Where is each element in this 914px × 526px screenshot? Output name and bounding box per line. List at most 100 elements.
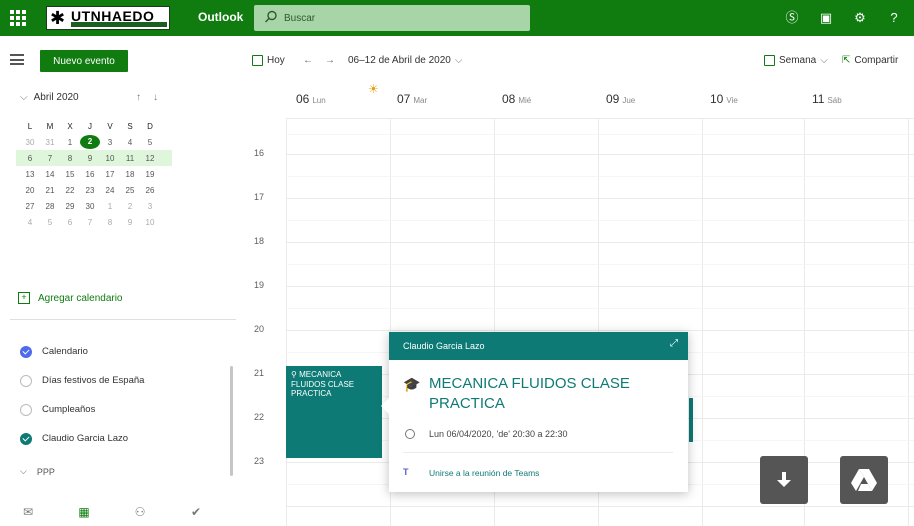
checked-circle-icon[interactable]	[20, 345, 32, 358]
event-peek-card[interactable]: Claudio Garcia Lazo ⤢ 🎓 MECANICA FLUIDOS…	[381, 332, 688, 492]
mini-calendar-day[interactable]: 6	[20, 154, 40, 163]
day-header-sat[interactable]: 11 Sáb	[812, 92, 842, 106]
chat-icon[interactable]: ▣	[816, 8, 836, 28]
mail-icon[interactable]: ✉	[0, 505, 56, 519]
grid-column-line	[908, 118, 909, 526]
skype-icon[interactable]: Ⓢ	[782, 8, 802, 28]
mini-calendar-day[interactable]: 29	[60, 202, 80, 211]
today-button[interactable]: Hoy	[252, 55, 285, 66]
mini-calendar-day[interactable]: 1	[100, 202, 120, 211]
mini-calendar-today[interactable]: 2	[80, 135, 100, 149]
day-number: 11	[812, 92, 825, 106]
mini-calendar-day[interactable]: 9	[120, 218, 140, 227]
search-input[interactable]	[284, 9, 514, 27]
unchecked-circle-icon[interactable]	[20, 403, 32, 416]
gear-icon[interactable]: ⚙	[850, 8, 870, 28]
mini-calendar-day[interactable]: 30	[80, 202, 100, 211]
join-teams-link[interactable]: Unirse a la reunión de Teams	[429, 468, 539, 478]
mini-calendar-day[interactable]: 19	[140, 170, 160, 179]
day-header-tue[interactable]: 07 Mar	[397, 92, 427, 106]
popup-divider	[403, 452, 673, 453]
hamburger-menu-icon[interactable]	[10, 54, 24, 65]
event-time: Lun 06/04/2020, 'de' 20:30 a 22:30	[429, 429, 568, 439]
mini-calendar-day[interactable]: 3	[100, 138, 120, 147]
mini-calendar-day[interactable]: 28	[40, 202, 60, 211]
mini-calendar-day[interactable]: 14	[40, 170, 60, 179]
mini-calendar-day[interactable]: 13	[20, 170, 40, 179]
view-selector[interactable]: Semana ⌵	[764, 55, 828, 66]
calendar-event-block[interactable]: ⚲ MECANICA FLUIDOS CLASE PRACTICA	[286, 366, 382, 458]
mini-calendar-day[interactable]: 11	[120, 154, 140, 163]
top-bar: ✱ UTNHAEDO Outlook Ⓢ ▣ ⚙ ?	[0, 0, 914, 36]
expand-icon[interactable]: ⤢	[670, 338, 678, 349]
calendar-item-holidays[interactable]: Días festivos de España	[20, 366, 144, 395]
mini-calendar-day[interactable]: 31	[40, 138, 60, 147]
day-header-fri[interactable]: 10 Vie	[710, 92, 738, 106]
sidebar-scrollbar[interactable]	[230, 366, 233, 476]
day-header-mon[interactable]: 06 Lun	[296, 92, 326, 106]
mini-calendar-day[interactable]: 7	[40, 154, 60, 163]
calendar-item-claudio[interactable]: Claudio Garcia Lazo	[20, 424, 144, 453]
mini-calendar-day[interactable]: 30	[20, 138, 40, 147]
download-button[interactable]	[760, 456, 808, 504]
calendar-today-icon	[252, 55, 263, 66]
next-week-arrow-icon[interactable]: →	[325, 55, 335, 66]
mini-calendar-header[interactable]: ⌵ Abril 2020	[20, 92, 79, 103]
new-event-button[interactable]: Nuevo evento	[40, 50, 128, 72]
mini-calendar-day[interactable]: 23	[80, 186, 100, 195]
day-header-thu[interactable]: 09 Jue	[606, 92, 635, 106]
mini-calendar-day[interactable]: 18	[120, 170, 140, 179]
mini-calendar-day[interactable]: 4	[120, 138, 140, 147]
calendar-group-ppp[interactable]: ⌵ PPP	[20, 466, 55, 477]
mini-calendar-day[interactable]: 27	[20, 202, 40, 211]
previous-month-arrow-icon[interactable]: ↑	[136, 92, 141, 103]
mini-calendar-day[interactable]: 17	[100, 170, 120, 179]
event-title[interactable]: MECANICA FLUIDOS CLASE PRACTICA	[429, 374, 669, 414]
mini-calendar-day[interactable]: 1	[60, 138, 80, 147]
mini-calendar-day[interactable]: 8	[100, 218, 120, 227]
app-launcher-icon[interactable]	[10, 10, 26, 26]
mini-calendar-day[interactable]: 6	[60, 218, 80, 227]
organization-logo[interactable]: ✱ UTNHAEDO	[46, 6, 170, 30]
mini-calendar-day[interactable]: 26	[140, 186, 160, 195]
mini-calendar-day[interactable]: 5	[140, 138, 160, 147]
search-box[interactable]	[254, 5, 530, 31]
calendar-item-calendario[interactable]: Calendario	[20, 337, 144, 366]
add-calendar-link[interactable]: + Agregar calendario	[18, 292, 123, 304]
app-name[interactable]: Outlook	[198, 10, 243, 24]
tasks-icon[interactable]: ✔	[168, 505, 224, 519]
people-icon[interactable]: ⚇	[112, 505, 168, 519]
mini-calendar-day[interactable]: 7	[80, 218, 100, 227]
mini-calendar-day[interactable]: 24	[100, 186, 120, 195]
mini-calendar-day[interactable]: 21	[40, 186, 60, 195]
mini-calendar-day[interactable]: 3	[140, 202, 160, 211]
chevron-down-icon: ⌵	[20, 466, 27, 476]
calendar-item-birthdays[interactable]: Cumpleaños	[20, 395, 144, 424]
previous-week-arrow-icon[interactable]: ←	[303, 55, 313, 66]
mini-calendar-day[interactable]: 2	[120, 202, 140, 211]
grid-half-hour-line	[286, 264, 914, 265]
google-drive-button[interactable]	[840, 456, 888, 504]
day-header-wed[interactable]: 08 Mié	[502, 92, 531, 106]
mini-calendar-day[interactable]: 8	[60, 154, 80, 163]
mini-calendar-day[interactable]: 10	[140, 218, 160, 227]
mini-calendar-day[interactable]: 15	[60, 170, 80, 179]
next-month-arrow-icon[interactable]: ↓	[153, 92, 158, 103]
share-button[interactable]: ⇱ Compartir	[842, 55, 898, 66]
help-icon[interactable]: ?	[884, 8, 904, 28]
unchecked-circle-icon[interactable]	[20, 374, 32, 387]
mini-calendar-day[interactable]: 20	[20, 186, 40, 195]
weekday-initial: S	[127, 121, 133, 131]
calendar-icon[interactable]: ▦	[56, 505, 112, 519]
mini-calendar-day[interactable]: 4	[20, 218, 40, 227]
checked-circle-icon[interactable]	[20, 432, 32, 445]
mini-calendar-day[interactable]: 16	[80, 170, 100, 179]
mini-calendar-day[interactable]: 12	[140, 154, 160, 163]
date-range-picker[interactable]: 06–12 de Abril de 2020 ⌵	[348, 55, 462, 66]
mini-calendar-day[interactable]: 25	[120, 186, 140, 195]
mini-calendar-day[interactable]: 22	[60, 186, 80, 195]
mini-calendar-day[interactable]: 10	[100, 154, 120, 163]
mini-calendar-day[interactable]: 5	[40, 218, 60, 227]
grid-half-hour-line	[286, 220, 914, 221]
mini-calendar-day[interactable]: 9	[80, 154, 100, 163]
